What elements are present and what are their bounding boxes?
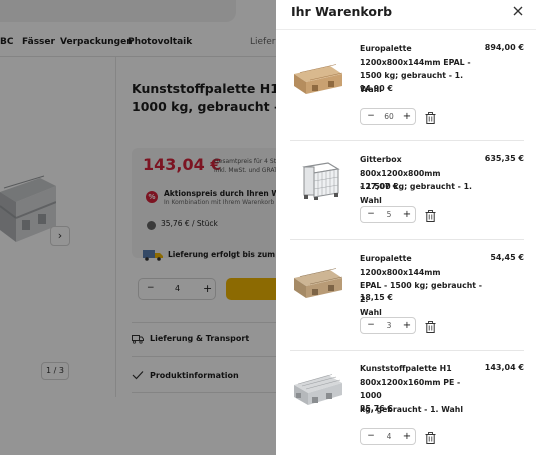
quantity-increase-button[interactable]: + xyxy=(402,431,412,442)
cart-item-unit-price: 127,07 € xyxy=(360,182,399,191)
quantity-decrease-button[interactable]: − xyxy=(366,111,376,122)
cart-item-total: 635,35 € xyxy=(484,154,524,163)
cart-item-name-line: Kunststoffpalette H1 xyxy=(360,364,452,373)
quantity-increase-button[interactable]: + xyxy=(402,209,412,220)
cart-item-name-line: 1200x800x144mm EPAL - xyxy=(360,57,471,67)
quantity-value[interactable]: 5 xyxy=(377,209,401,220)
cart-header: Ihr Warenkorb xyxy=(276,0,536,30)
cart-item-total: 143,04 € xyxy=(484,363,524,372)
cart-item-name-line: 800x1200x160mm PE - 1000 xyxy=(360,377,461,401)
cart-item-name-line: Europalette 1200x800x144mm xyxy=(360,254,441,277)
quantity-value[interactable]: 60 xyxy=(377,111,401,122)
trash-icon[interactable] xyxy=(425,210,436,222)
cart-item: Kunststoffpalette H1 800x1200x160mm PE -… xyxy=(276,351,536,455)
cart-drawer: Ihr Warenkorb Europalette 1200x800x144mm… xyxy=(276,0,536,455)
quantity-value[interactable]: 4 xyxy=(377,431,401,442)
cart-item: Gitterbox 800x1200x800mm - 1.500 kg; geb… xyxy=(276,141,536,240)
quantity-stepper[interactable]: − 3 + xyxy=(360,317,416,334)
cart-item-unit-price: 14,90 € xyxy=(360,84,393,93)
trash-icon[interactable] xyxy=(425,432,436,444)
cart-item-total: 894,00 € xyxy=(484,43,524,52)
trash-icon[interactable] xyxy=(425,112,436,124)
cart-title: Ihr Warenkorb xyxy=(291,4,393,19)
close-icon[interactable] xyxy=(510,3,526,19)
quantity-decrease-button[interactable]: − xyxy=(366,209,376,220)
cart-item: Europalette 1200x800x144mm EPAL - 1500 k… xyxy=(276,30,536,141)
cart-item-unit-price: 35,76 € xyxy=(360,404,393,413)
quantity-increase-button[interactable]: + xyxy=(402,320,412,331)
quantity-stepper[interactable]: − 4 + xyxy=(360,428,416,445)
cart-item-name: Europalette 1200x800x144mm EPAL - 1500 k… xyxy=(360,252,482,320)
quantity-decrease-button[interactable]: − xyxy=(366,431,376,442)
quantity-value[interactable]: 3 xyxy=(377,320,401,331)
quantity-increase-button[interactable]: + xyxy=(402,111,412,122)
cart-item-name-line: Europalette xyxy=(360,44,412,53)
gitterbox-image xyxy=(302,162,340,200)
euro-pallet-image xyxy=(294,64,343,94)
plastic-pallet-image xyxy=(294,374,342,405)
cart-item-total: 54,45 € xyxy=(490,253,524,262)
cart-item-name: Gitterbox 800x1200x800mm - 1.500 kg; geb… xyxy=(360,153,482,207)
quantity-stepper[interactable]: − 60 + xyxy=(360,108,416,125)
cart-item-name-line: Gitterbox 800x1200x800mm xyxy=(360,155,441,178)
euro-pallet-image xyxy=(294,268,343,298)
quantity-stepper[interactable]: − 5 + xyxy=(360,206,416,223)
quantity-decrease-button[interactable]: − xyxy=(366,320,376,331)
cart-item-unit-price: 18,15 € xyxy=(360,293,393,302)
cart-item: Europalette 1200x800x144mm EPAL - 1500 k… xyxy=(276,240,536,351)
trash-icon[interactable] xyxy=(425,321,436,333)
